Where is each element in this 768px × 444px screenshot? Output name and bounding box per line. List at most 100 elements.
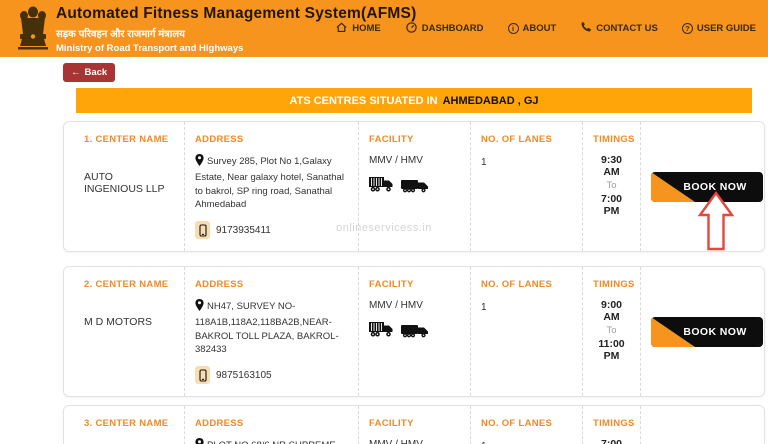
address-value: NH47, SURVEY NO-118A1B,118A2,118BA2B,NEA…: [195, 299, 348, 357]
facility-header: FACILITY: [369, 279, 460, 290]
book-now-label: BOOK NOW: [683, 326, 746, 338]
lorry-truck-icon: [401, 178, 430, 198]
nav-user-guide-label: USER GUIDE: [697, 23, 756, 34]
center-name-cell: 1. CENTER NAME AUTO INGENIOUS LLP: [64, 122, 185, 251]
back-button[interactable]: ← Back: [63, 63, 115, 82]
timings-header: TIMINGS: [593, 418, 630, 429]
lanes-cell: NO. OF LANES 1: [471, 406, 583, 444]
timing-open: 9:30 AM: [593, 154, 630, 178]
page: Automated Fitness Management System(AFMS…: [0, 0, 768, 444]
address-header: ADDRESS: [195, 134, 348, 145]
phone-number: 9875163105: [216, 370, 272, 381]
timings-header: TIMINGS: [593, 279, 630, 290]
nav-home-label: HOME: [352, 23, 381, 34]
banner-location: AHMEDABAD , GJ: [443, 95, 539, 107]
timings-cell: TIMINGS 9:30 AM To 7:00 PM: [583, 122, 641, 251]
home-icon: [335, 21, 348, 36]
facility-value: MMV / HMV: [369, 300, 460, 311]
book-cell: BOOK NOW: [641, 406, 768, 444]
location-pin-icon: [195, 154, 204, 171]
back-arrow-icon: ←: [71, 67, 81, 78]
lanes-header: NO. OF LANES: [481, 134, 572, 145]
timings-header: TIMINGS: [593, 134, 630, 145]
nav-dashboard-label: DASHBOARD: [422, 23, 484, 34]
banner-prefix: ATS CENTRES SITUATED IN: [289, 95, 437, 107]
book-now-button[interactable]: BOOK NOW: [651, 172, 763, 202]
ats-centre-card: 1. CENTER NAME AUTO INGENIOUS LLP ADDRES…: [63, 121, 765, 252]
address-cell: ADDRESS Survey 285, Plot No 1,Galaxy Est…: [185, 122, 359, 251]
book-cell: BOOK NOW: [641, 122, 768, 251]
address-cell: ADDRESS PLOT NO 68/6 NR SUPREME HOTEL, S…: [185, 406, 359, 444]
ribbed-truck-icon: [369, 321, 396, 343]
center-name-header: 2. CENTER NAME: [84, 279, 174, 290]
address-value: Survey 285, Plot No 1,Galaxy Estate, Nea…: [195, 154, 348, 212]
timing-close: 7:00 PM: [593, 193, 630, 217]
center-name-cell: 2. CENTER NAME M D MOTORS: [64, 267, 185, 396]
india-emblem-icon: [16, 6, 50, 57]
timing-box: 7:00 AM To 11:30 PM: [593, 438, 630, 444]
back-label: Back: [85, 67, 108, 78]
facility-cell: FACILITY MMV / HMV: [359, 406, 471, 444]
timing-close: 11:00 PM: [593, 338, 630, 362]
address-text: PLOT NO 68/6 NR SUPREME HOTEL, S P RING …: [195, 440, 336, 444]
nav-dashboard[interactable]: DASHBOARD: [405, 21, 484, 37]
facility-value: MMV / HMV: [369, 155, 460, 166]
center-name-value: AUTO INGENIOUS LLP: [84, 171, 174, 195]
center-name-header: 1. CENTER NAME: [84, 134, 174, 145]
info-icon: i: [508, 23, 519, 34]
book-cell: BOOK NOW: [641, 267, 768, 396]
address-header: ADDRESS: [195, 279, 348, 290]
ats-centre-card: 3. CENTER NAME NEPTUNE FOAM ADDRESS PLOT…: [63, 405, 765, 444]
address-value: PLOT NO 68/6 NR SUPREME HOTEL, S P RING …: [195, 438, 348, 444]
main-nav: HOME DASHBOARD i ABOUT: [335, 0, 756, 57]
page-title-banner: ATS CENTRES SITUATED IN AHMEDABAD , GJ: [76, 88, 752, 113]
address-header: ADDRESS: [195, 418, 348, 429]
facility-cell: FACILITY MMV / HMV: [359, 267, 471, 396]
mobile-phone-icon: [195, 366, 210, 384]
book-now-label: BOOK NOW: [683, 181, 746, 193]
center-name-cell: 3. CENTER NAME NEPTUNE FOAM: [64, 406, 185, 444]
center-name-value: M D MOTORS: [84, 316, 174, 328]
nav-contact-label: CONTACT US: [596, 23, 658, 34]
timing-separator: To: [593, 180, 630, 191]
location-pin-icon: [195, 438, 204, 444]
nav-about-label: ABOUT: [523, 23, 557, 34]
dashboard-icon: [405, 21, 418, 37]
question-icon: ?: [682, 23, 693, 34]
content-container: ← Back ATS CENTRES SITUATED IN AHMEDABAD…: [63, 57, 765, 444]
facility-icons: [369, 176, 460, 198]
lanes-value: 1: [481, 302, 572, 313]
address-cell: ADDRESS NH47, SURVEY NO-118A1B,118A2,118…: [185, 267, 359, 396]
timings-cell: TIMINGS 9:00 AM To 11:00 PM: [583, 267, 641, 396]
address-text: Survey 285, Plot No 1,Galaxy Estate, Nea…: [195, 156, 344, 210]
timings-cell: TIMINGS 7:00 AM To 11:30 PM: [583, 406, 641, 444]
lorry-truck-icon: [401, 323, 430, 343]
nav-contact[interactable]: CONTACT US: [580, 21, 658, 36]
book-now-button[interactable]: BOOK NOW: [651, 317, 763, 347]
facility-value: MMV / HMV: [369, 439, 460, 444]
app-header: Automated Fitness Management System(AFMS…: [0, 0, 768, 57]
facility-header: FACILITY: [369, 418, 460, 429]
ribbed-truck-icon: [369, 176, 396, 198]
facility-cell: FACILITY MMV / HMV: [359, 122, 471, 251]
lanes-value: 1: [481, 157, 572, 168]
phone-row: 9173935411: [195, 221, 348, 239]
center-name-header: 3. CENTER NAME: [84, 418, 174, 429]
location-pin-icon: [195, 299, 204, 316]
timing-open: 9:00 AM: [593, 299, 630, 323]
nav-user-guide[interactable]: ? USER GUIDE: [682, 23, 756, 34]
lanes-header: NO. OF LANES: [481, 418, 572, 429]
timing-box: 9:00 AM To 11:00 PM: [593, 299, 630, 362]
lanes-cell: NO. OF LANES 1: [471, 122, 583, 251]
lanes-cell: NO. OF LANES 1: [471, 267, 583, 396]
mobile-phone-icon: [195, 221, 210, 239]
facility-icons: [369, 321, 460, 343]
address-text: NH47, SURVEY NO-118A1B,118A2,118BA2B,NEA…: [195, 301, 339, 355]
nav-about[interactable]: i ABOUT: [508, 23, 557, 34]
phone-icon: [580, 21, 592, 36]
ats-centre-card: 2. CENTER NAME M D MOTORS ADDRESS NH47, …: [63, 266, 765, 397]
nav-home[interactable]: HOME: [335, 21, 381, 36]
phone-row: 9875163105: [195, 366, 348, 384]
facility-header: FACILITY: [369, 134, 460, 145]
timing-box: 9:30 AM To 7:00 PM: [593, 154, 630, 217]
